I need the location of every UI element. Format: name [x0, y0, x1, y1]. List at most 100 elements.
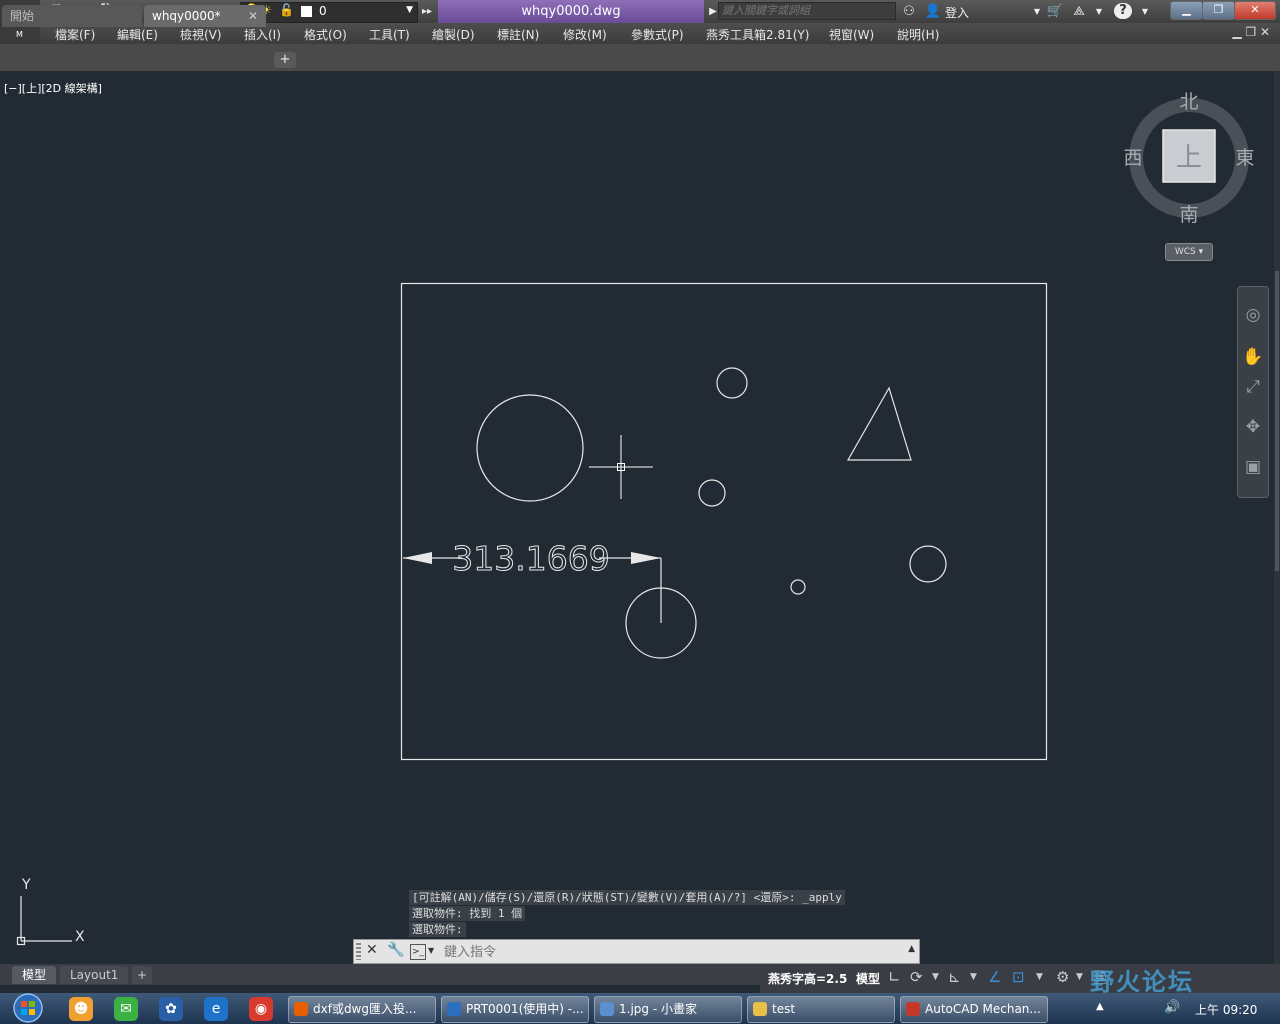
object-snap-icon[interactable]: ⊡: [1012, 968, 1025, 986]
pan-hand-icon[interactable]: ✋: [1241, 345, 1265, 369]
scrollbar-thumb[interactable]: [1275, 271, 1279, 571]
vertical-scrollbar[interactable]: [1274, 71, 1280, 966]
menu-insert[interactable]: 插入(I): [244, 26, 281, 43]
settings-gear-icon[interactable]: ⚙: [1056, 968, 1069, 986]
history-expand-icon[interactable]: ▲: [908, 944, 915, 954]
volume-icon[interactable]: 🔊: [1164, 1000, 1180, 1015]
taskbar-task-1[interactable]: dxf或dwg匯入投...: [288, 996, 436, 1023]
menu-edit[interactable]: 編輯(E): [117, 26, 158, 43]
osnap-dropdown-icon[interactable]: ▼: [1036, 972, 1043, 982]
mdi-window-controls[interactable]: ▁ ❐ ✕: [1232, 25, 1270, 39]
layer-color-swatch: [301, 6, 312, 17]
unlock-icon: 🔓: [279, 3, 294, 17]
command-input[interactable]: [442, 941, 896, 964]
circle-tiny[interactable]: [790, 579, 806, 595]
viewport-controls-label[interactable]: [−][上][2D 線架構]: [4, 80, 102, 96]
taskbar-task-3[interactable]: 1.jpg - 小畫家: [594, 996, 742, 1023]
search-input[interactable]: [718, 2, 896, 20]
grid-icon[interactable]: ∟: [888, 968, 901, 986]
showmotion-icon[interactable]: ▣: [1241, 455, 1265, 479]
sign-in-link[interactable]: 登入: [945, 4, 969, 21]
close-icon[interactable]: ✕: [366, 942, 378, 958]
ortho-icon[interactable]: ⊾: [948, 968, 961, 986]
help-dropdown-icon[interactable]: ▼: [1136, 3, 1154, 20]
drawing-canvas[interactable]: 313.1669 Y X 上 北 南 東 西: [0, 71, 1274, 966]
user-icon[interactable]: 👤: [924, 3, 942, 20]
line-app-icon[interactable]: ✉: [114, 997, 138, 1021]
polar-tracking-icon[interactable]: ∠: [988, 968, 1001, 986]
menu-yanxiu-toolbox[interactable]: 燕秀工具箱2.81(Y): [706, 26, 809, 43]
task-label: PRT0001(使用中) -...: [466, 1002, 584, 1016]
start-button[interactable]: [6, 993, 46, 1024]
network-app-icon[interactable]: ✿: [159, 997, 183, 1021]
viewcube[interactable]: 上 北 南 東 西: [1123, 91, 1254, 226]
circle-right[interactable]: [909, 545, 947, 583]
layer-dropdown[interactable]: 💡 ☀ 🔓 0 ▼: [240, 2, 418, 23]
compass-south[interactable]: 南: [1179, 204, 1198, 226]
tab-start[interactable]: 開始: [2, 5, 142, 27]
snap-dropdown-icon[interactable]: ▼: [932, 972, 939, 982]
zoom-extents-icon[interactable]: ⤢: [1241, 375, 1265, 399]
restore-button[interactable]: ❐: [1202, 1, 1235, 20]
add-layout-button[interactable]: +: [132, 966, 153, 984]
circle-large[interactable]: [476, 394, 584, 502]
sign-in-dropdown-icon[interactable]: ▼: [1028, 3, 1046, 20]
steering-wheel-icon[interactable]: ◎: [1241, 303, 1265, 327]
wcs-menu[interactable]: WCS ▾: [1165, 243, 1213, 261]
circle-small-top[interactable]: [716, 367, 748, 399]
tab-document[interactable]: whqy0000* ✕: [144, 5, 266, 27]
autodesk-360-icon[interactable]: ⟁: [1070, 3, 1088, 20]
tray-expand-icon[interactable]: ▲: [1096, 1001, 1104, 1012]
a360-dropdown-icon[interactable]: ▼: [1090, 3, 1108, 20]
pinned-app-icon[interactable]: ☻: [69, 997, 93, 1021]
model-space-toggle[interactable]: 模型: [856, 970, 880, 987]
binoculars-icon[interactable]: ⚇: [900, 3, 918, 20]
taskbar-task-4[interactable]: test: [747, 996, 895, 1023]
cart-icon[interactable]: 🛒: [1046, 3, 1064, 20]
orbit-icon[interactable]: ✥: [1241, 415, 1265, 439]
chevron-down-icon: ▼: [406, 5, 413, 15]
compass-east[interactable]: 東: [1235, 147, 1254, 169]
menu-help[interactable]: 說明(H): [897, 26, 939, 43]
internet-explorer-icon[interactable]: e: [204, 997, 228, 1021]
recent-commands-dropdown-icon[interactable]: ▼: [428, 946, 434, 955]
menu-modify[interactable]: 修改(M): [563, 26, 607, 43]
text-height-status[interactable]: 燕秀字高=2.5: [768, 970, 847, 987]
task-label: dxf或dwg匯入投...: [313, 1002, 417, 1016]
menu-parametric[interactable]: 參數式(P): [631, 26, 684, 43]
task-label: AutoCAD Mechan...: [925, 1002, 1041, 1016]
minimize-button[interactable]: ▁: [1170, 1, 1203, 20]
forum-watermark: 野火论坛: [1090, 968, 1194, 996]
compass-north[interactable]: 北: [1179, 91, 1198, 113]
wrench-icon[interactable]: 🔧: [387, 942, 404, 958]
linear-dimension[interactable]: 313.1669: [403, 539, 662, 623]
taskbar-task-2[interactable]: PRT0001(使用中) -...: [441, 996, 589, 1023]
workspace-dropdown-icon[interactable]: ▼: [1076, 972, 1083, 982]
help-icon[interactable]: ?: [1114, 3, 1132, 19]
ortho-dropdown-icon[interactable]: ▼: [970, 972, 977, 982]
compass-west[interactable]: 西: [1123, 147, 1142, 169]
clock[interactable]: 上午 09:20: [1195, 1001, 1257, 1018]
viewcube-face-label: 上: [1176, 143, 1202, 173]
menu-window[interactable]: 視窗(W): [829, 26, 874, 43]
menu-tools[interactable]: 工具(T): [369, 26, 410, 43]
expand-arrows-icon[interactable]: ▸▸: [418, 3, 436, 20]
menu-draw[interactable]: 繪製(D): [432, 26, 475, 43]
triangle[interactable]: [846, 386, 912, 461]
command-prompt-icon[interactable]: >_: [410, 944, 426, 960]
menu-format[interactable]: 格式(O): [304, 26, 347, 43]
taskbar-task-5[interactable]: AutoCAD Mechan...: [900, 996, 1048, 1023]
tab-layout1[interactable]: Layout1: [60, 966, 129, 984]
drag-grip-icon[interactable]: [356, 943, 361, 960]
chrome-icon[interactable]: ◉: [249, 997, 273, 1021]
snap-icon[interactable]: ⟳: [910, 968, 923, 986]
menu-view[interactable]: 檢視(V): [180, 26, 222, 43]
circle-small-mid[interactable]: [698, 479, 726, 507]
tab-model[interactable]: 模型: [12, 966, 57, 984]
close-button[interactable]: ✕: [1234, 1, 1276, 20]
new-tab-button[interactable]: +: [274, 52, 296, 68]
menu-dimension[interactable]: 標註(N): [497, 26, 539, 43]
boundary-rectangle[interactable]: [400, 282, 1048, 761]
close-tab-icon[interactable]: ✕: [248, 5, 258, 27]
menu-file[interactable]: 檔案(F): [55, 26, 95, 43]
